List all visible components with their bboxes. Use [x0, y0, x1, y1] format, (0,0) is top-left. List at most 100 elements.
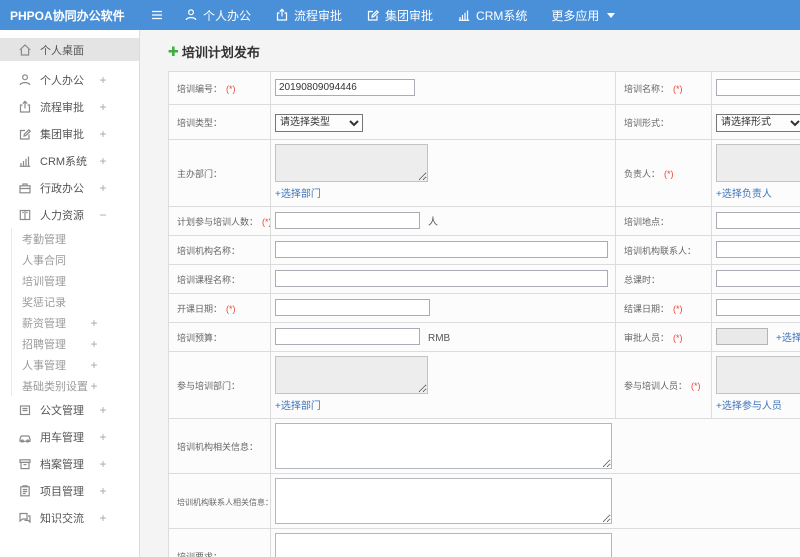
start-date-input[interactable] — [275, 298, 430, 316]
required-mark: (*) — [226, 303, 236, 314]
approver-input[interactable] — [716, 327, 768, 345]
field-label: 培训编号： — [177, 84, 223, 94]
sidebar-item-recruit-mgmt[interactable]: 招聘管理 + — [12, 333, 139, 354]
nav-label: CRM系统 — [476, 8, 528, 23]
sidebar-item-admin-office[interactable]: 行政办公 + — [0, 174, 139, 201]
person-icon — [18, 73, 32, 87]
sidebar-item-vehicle-mgmt[interactable]: 用车管理 + — [0, 423, 139, 450]
expand-icon[interactable]: + — [97, 100, 109, 114]
sidebar-item-label: 基础类别设置 — [22, 380, 88, 393]
training-no-input[interactable] — [275, 79, 415, 97]
sidebar-item-knowledge-exchange[interactable]: 知识交流 + — [0, 504, 139, 531]
select-participants-link[interactable]: +选择参与人员 — [716, 397, 782, 412]
sidebar-item-hr-contract[interactable]: 人事合同 — [12, 249, 139, 270]
chat-icon — [18, 511, 32, 525]
expand-icon[interactable]: + — [97, 154, 109, 168]
join-people-textarea[interactable] — [716, 355, 800, 394]
field-label: 主办部门： — [177, 168, 223, 179]
sidebar-item-personnel-mgmt[interactable]: 人事管理 + — [12, 354, 139, 375]
sidebar-item-label: 集团审批 — [40, 128, 84, 141]
sidebar-item-label: 项目管理 — [40, 485, 84, 498]
sidebar-item-process-approval[interactable]: 流程审批 + — [0, 93, 139, 120]
select-dept-link[interactable]: +选择部门 — [275, 185, 321, 200]
course-name-input[interactable] — [275, 269, 608, 287]
org-contact-input[interactable] — [716, 240, 800, 258]
field-label: 参与培训部门： — [177, 380, 241, 391]
sidebar-item-label: 人事合同 — [22, 254, 66, 267]
field-label: 计划参与培训人数： — [177, 216, 259, 227]
training-name-input[interactable] — [716, 79, 800, 97]
expand-icon[interactable]: + — [88, 379, 100, 393]
expand-icon[interactable]: + — [88, 358, 100, 372]
sidebar-item-personal-office[interactable]: 个人办公 + — [0, 66, 139, 93]
expand-icon[interactable]: + — [97, 73, 109, 87]
sidebar-item-training-mgmt[interactable]: 培训管理 — [12, 270, 139, 291]
org-contact-info-textarea[interactable] — [275, 477, 612, 524]
nav-crm-system[interactable]: CRM系统 — [457, 7, 527, 24]
app-title: PHPOA协同办公软件 — [10, 8, 125, 23]
expand-icon[interactable]: + — [97, 511, 109, 525]
org-info-textarea[interactable] — [275, 422, 612, 469]
add-plus-icon: ✚ — [168, 43, 179, 59]
nav-label: 集团审批 — [385, 8, 434, 23]
edit-icon — [18, 127, 32, 141]
sidebar-item-project-mgmt[interactable]: 项目管理 + — [0, 477, 139, 504]
expand-icon[interactable]: + — [97, 430, 109, 444]
top-bar: PHPOA协同办公软件 个人办公 流程审批 集团审批 CRM系统 更多应用 — [0, 0, 800, 30]
expand-icon[interactable]: + — [97, 457, 109, 471]
expand-icon[interactable]: + — [97, 484, 109, 498]
hamburger-menu-icon[interactable] — [150, 8, 184, 22]
chart-icon — [457, 8, 471, 22]
table-row: 培训预算： RMB 审批人员：(*) +选择审批人员 — [168, 321, 800, 352]
required-mark: (*) — [673, 84, 683, 94]
planned-count-input[interactable] — [275, 211, 420, 229]
host-dept-textarea[interactable] — [275, 143, 428, 182]
expand-icon[interactable]: + — [88, 316, 100, 330]
budget-input[interactable] — [275, 327, 420, 345]
expand-icon[interactable]: + — [97, 127, 109, 141]
select-leader-link[interactable]: +选择负责人 — [716, 185, 772, 200]
sidebar-item-personal-desktop[interactable]: 个人桌面 — [0, 38, 139, 61]
nav-label: 更多应用 — [551, 8, 600, 23]
join-dept-textarea[interactable] — [275, 355, 428, 394]
expand-icon[interactable]: + — [88, 337, 100, 351]
person-icon — [184, 8, 198, 22]
field-label: 总课时： — [624, 274, 661, 285]
book-icon — [18, 208, 32, 222]
nav-process-approval[interactable]: 流程审批 — [275, 7, 342, 24]
select-approver-link[interactable]: +选择审批人员 — [776, 329, 800, 344]
sidebar-item-reward-record[interactable]: 奖惩记录 — [12, 291, 139, 312]
nav-personal-office[interactable]: 个人办公 — [184, 7, 251, 24]
expand-icon[interactable]: + — [97, 181, 109, 195]
sidebar-item-label: 行政办公 — [40, 182, 84, 195]
field-label: 培训机构联系人： — [624, 245, 697, 256]
end-date-input[interactable] — [716, 298, 800, 316]
field-label: 培训机构相关信息： — [177, 441, 259, 452]
required-mark: (*) — [673, 332, 683, 343]
select-dept-link[interactable]: +选择部门 — [275, 397, 321, 412]
expand-icon[interactable]: + — [97, 403, 109, 417]
location-input[interactable] — [716, 211, 800, 229]
requirements-textarea[interactable] — [275, 532, 612, 557]
nav-label: 个人办公 — [203, 8, 252, 23]
sidebar-item-base-category-settings[interactable]: 基础类别设置 + — [12, 375, 139, 396]
sidebar-item-crm-system[interactable]: CRM系统 + — [0, 147, 139, 174]
org-name-input[interactable] — [275, 240, 608, 258]
sidebar-item-human-resources[interactable]: 人力资源 − — [0, 201, 139, 228]
required-mark: (*) — [691, 380, 701, 391]
sidebar-item-salary-mgmt[interactable]: 薪资管理 + — [12, 312, 139, 333]
sidebar-item-group-approval[interactable]: 集团审批 + — [0, 120, 139, 147]
training-type-select[interactable]: 请选择类型 — [275, 113, 363, 132]
page-title: ✚ 培训计划发布 — [168, 42, 800, 61]
total-hours-input[interactable] — [716, 269, 800, 287]
training-form-select[interactable]: 请选择形式 — [716, 113, 800, 132]
sidebar-item-document-mgmt[interactable]: 公文管理 + — [0, 396, 139, 423]
nav-group-approval[interactable]: 集团审批 — [366, 7, 433, 24]
sidebar: 个人桌面 个人办公 + 流程审批 + 集团审批 + CRM系统 + 行政办公 + 人力资源… — [0, 30, 140, 557]
nav-more-apps[interactable]: 更多应用 — [551, 7, 616, 24]
sidebar-item-archive-mgmt[interactable]: 档案管理 + — [0, 450, 139, 477]
sidebar-item-label: 培训管理 — [22, 275, 66, 288]
collapse-icon[interactable]: − — [97, 208, 109, 222]
leader-textarea[interactable] — [716, 143, 800, 182]
sidebar-item-attendance-mgmt[interactable]: 考勤管理 — [12, 228, 139, 249]
